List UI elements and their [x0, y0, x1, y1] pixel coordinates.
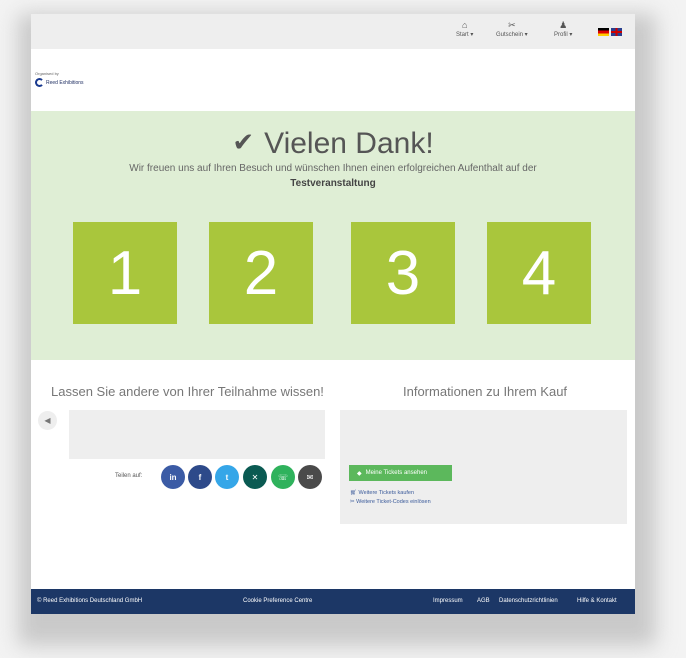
nav-voucher-label: Gutschein ▾ [496, 32, 528, 38]
hero-title-text: Vielen Dank! [264, 127, 434, 160]
linkedin-icon[interactable]: in [161, 465, 185, 489]
share-label: Teilen auf: [115, 473, 143, 479]
footer-company: © Reed Exhibitions Deutschland GmbH [37, 598, 143, 604]
xing-icon[interactable]: ✕ [243, 465, 267, 489]
share-message-box[interactable] [69, 410, 325, 459]
redeem-codes-link[interactable]: ✂ Weitere Ticket-Codes einlösen [350, 499, 431, 505]
cookie-preference-link[interactable]: Cookie Preference Centre [243, 598, 312, 604]
event-name: Testveranstaltung [290, 178, 376, 189]
bullhorn-icon: ◀ [38, 411, 57, 430]
step-box-4: 4 [487, 222, 591, 324]
step-box-1: 1 [73, 222, 177, 324]
de-flag-icon[interactable] [598, 28, 609, 36]
home-icon: ⌂ [461, 20, 468, 30]
share-section-title: Lassen Sie andere von Ihrer Teilnahme wi… [51, 384, 324, 399]
nav-profile-label: Profil ▾ [554, 32, 573, 38]
hero-title: ✔ Vielen Dank! [31, 127, 635, 161]
buy-more-label: Weitere Tickets kaufen [358, 490, 415, 496]
organised-by-label: Organised by [35, 71, 59, 76]
organizer-name: Reed Exhibitions [46, 79, 84, 86]
step-box-3: 3 [351, 222, 455, 324]
whatsapp-icon[interactable]: ☏ [271, 465, 295, 489]
page-footer: © Reed Exhibitions Deutschland GmbH Cook… [31, 589, 635, 614]
purchase-section-title: Informationen zu Ihrem Kauf [403, 384, 568, 399]
my-tickets-label: Meine Tickets ansehen [365, 470, 427, 476]
user-icon: ♟ [559, 20, 568, 30]
hero-message: Wir freuen uns auf Ihren Besuch und wüns… [129, 163, 537, 174]
reed-logo-icon [35, 78, 44, 87]
checkmark-icon: ✔ [232, 127, 255, 157]
ticket-icon: ✂ [350, 499, 355, 505]
redeem-codes-label: Weitere Ticket-Codes einlösen [356, 499, 431, 505]
step-box-2: 2 [209, 222, 313, 324]
ticket-icon: ✂ [508, 20, 516, 30]
cart-icon: 🛒︎ [350, 490, 357, 496]
nav-start[interactable]: ⌂ Start ▾ [456, 20, 473, 38]
en-flag-icon[interactable] [611, 28, 622, 36]
email-icon[interactable]: ✉ [298, 465, 322, 489]
footer-link-impressum[interactable]: Impressum [433, 598, 463, 604]
facebook-icon[interactable]: f [188, 465, 212, 489]
ticket-icon: ◆ [357, 470, 362, 477]
footer-link-agb[interactable]: AGB [477, 598, 490, 604]
nav-profile[interactable]: ♟ Profil ▾ [554, 20, 572, 38]
organizer-logo: Reed Exhibitions [35, 78, 84, 87]
my-tickets-button[interactable]: ◆ Meine Tickets ansehen [349, 465, 452, 481]
footer-link-privacy[interactable]: Datenschutzrichtlinien [499, 598, 558, 604]
browser-page: ⌂ Start ▾ ✂ Gutschein ▾ ♟ Profil ▾ Organ… [31, 14, 635, 614]
confirmation-hero: ✔ Vielen Dank! Wir freuen uns auf Ihren B… [31, 111, 635, 360]
buy-more-tickets-link[interactable]: 🛒︎ Weitere Tickets kaufen [350, 490, 414, 496]
nav-start-label: Start ▾ [456, 32, 474, 38]
footer-link-help[interactable]: Hilfe & Kontakt [577, 598, 617, 604]
top-navigation: ⌂ Start ▾ ✂ Gutschein ▾ ♟ Profil ▾ [31, 14, 635, 49]
twitter-icon[interactable]: t [215, 465, 239, 489]
nav-voucher[interactable]: ✂ Gutschein ▾ [496, 20, 528, 38]
